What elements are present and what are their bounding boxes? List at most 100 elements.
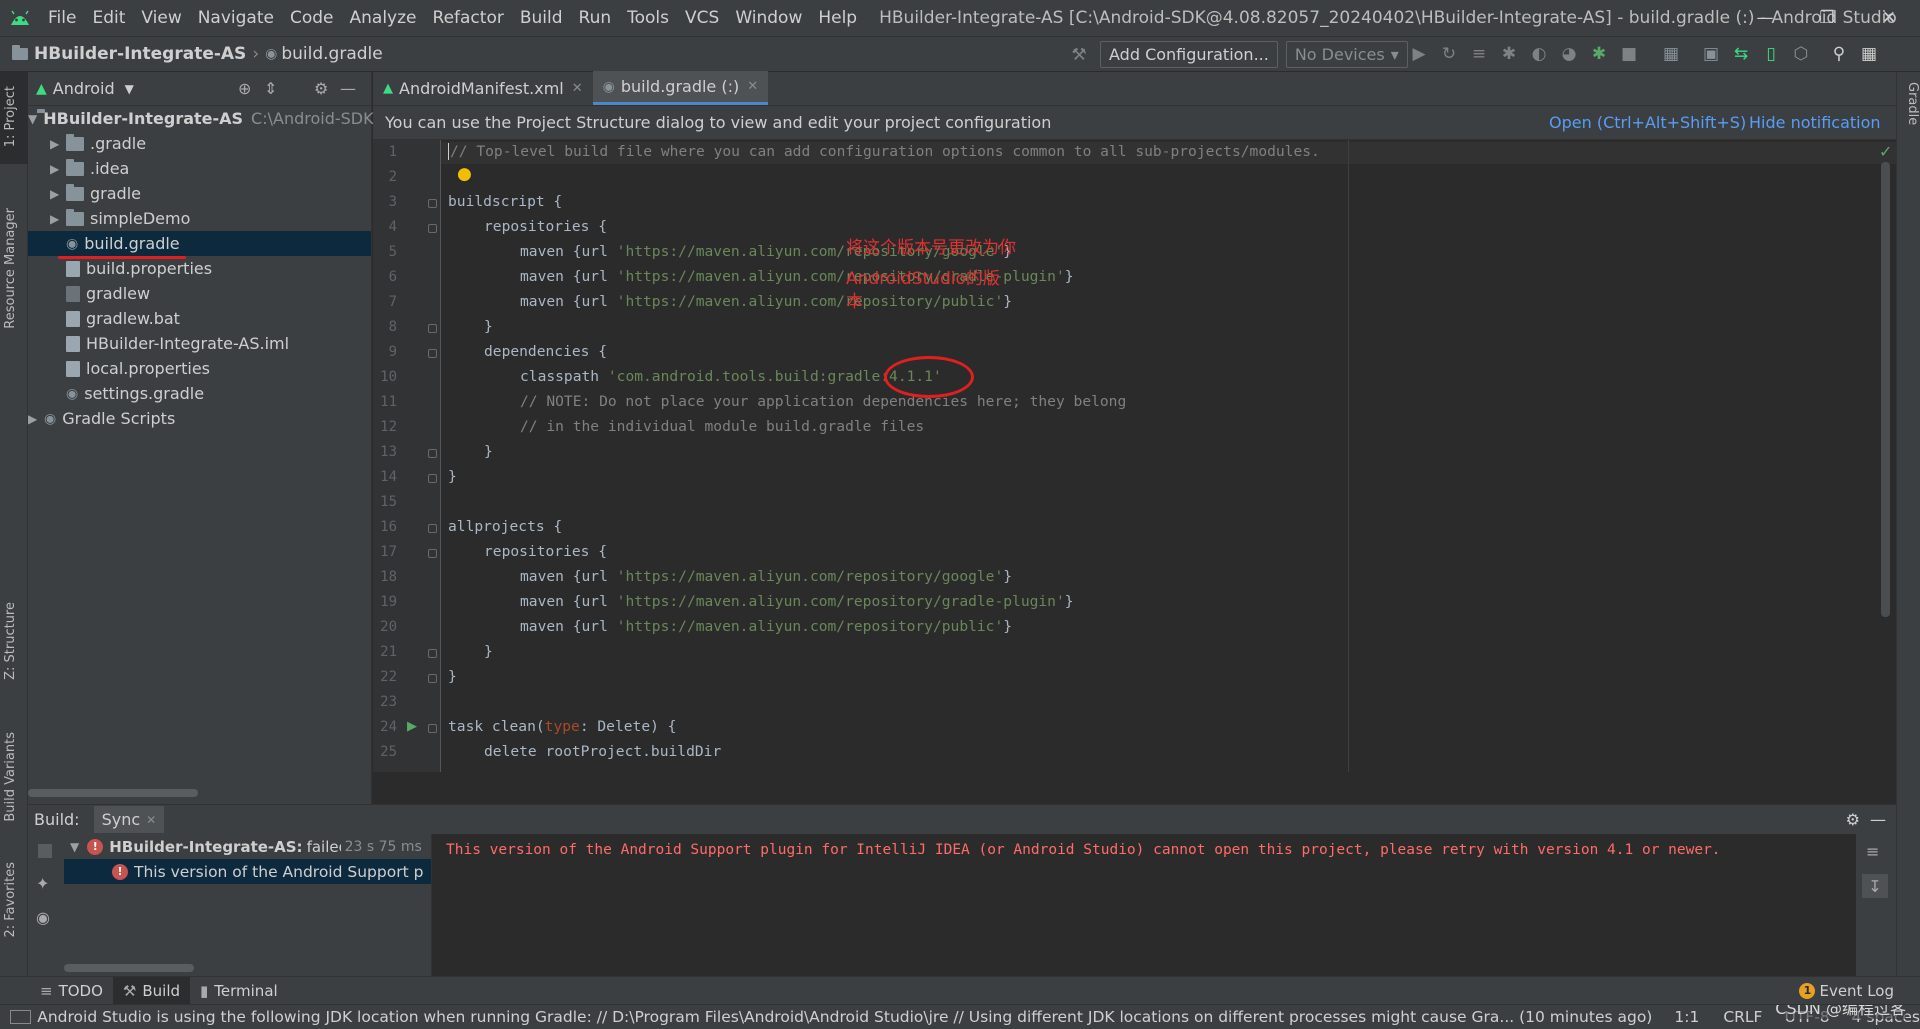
menu-tools[interactable]: Tools — [619, 8, 677, 28]
project-structure-icon[interactable]: ▦ — [1658, 41, 1684, 67]
fold-marker-icon[interactable] — [428, 724, 437, 733]
hide-notification-link[interactable]: Hide notification — [1749, 113, 1881, 132]
coverage-icon[interactable]: ◐ — [1526, 41, 1552, 67]
tree-item-gradle-scripts[interactable]: ▶ ◉ Gradle Scripts — [28, 406, 175, 431]
eye-icon[interactable]: ◉ — [36, 908, 50, 927]
expand-arrow-icon[interactable]: ▶ — [50, 162, 66, 176]
expand-arrow-icon[interactable]: ▼ — [28, 112, 37, 126]
expand-arrow-icon[interactable]: ▶ — [50, 212, 66, 226]
fold-marker-icon[interactable] — [428, 349, 437, 358]
profile-icon[interactable]: ◕ — [1556, 41, 1582, 67]
tab-android-manifest[interactable]: ▲ AndroidManifest.xml ✕ — [373, 71, 593, 105]
device-manager-icon[interactable]: ▯ — [1758, 41, 1784, 67]
tab-build-gradle[interactable]: ◉ build.gradle (:) ✕ — [592, 71, 769, 105]
tree-item-idea[interactable]: ▶ .idea — [50, 156, 129, 181]
fold-marker-icon[interactable] — [428, 649, 437, 658]
tree-item-gradle-dir[interactable]: ▶ .gradle — [50, 131, 146, 156]
tree-item-simpledemo[interactable]: ▶ simpleDemo — [50, 206, 190, 231]
tree-item-gradle[interactable]: ▶ gradle — [50, 181, 141, 206]
fold-marker-icon[interactable] — [428, 224, 437, 233]
inspection-ok-icon[interactable]: ✓ — [1879, 142, 1892, 161]
menu-run[interactable]: Run — [571, 8, 620, 28]
menu-edit[interactable]: Edit — [84, 8, 133, 28]
menu-code[interactable]: Code — [282, 8, 342, 28]
hide-panel-icon[interactable]: — — [340, 79, 356, 98]
tool-window-project[interactable]: 1: Project — [3, 86, 25, 147]
minimize-icon[interactable]: — — [1734, 0, 1796, 36]
gear-icon[interactable]: ⚙ — [1846, 810, 1860, 829]
tree-item-gradlew[interactable]: gradlew — [66, 281, 150, 306]
vertical-scrollbar[interactable] — [1881, 162, 1890, 617]
horizontal-scrollbar[interactable] — [28, 789, 198, 797]
menu-file[interactable]: File — [40, 8, 84, 28]
chevron-down-icon[interactable]: ▼ — [125, 82, 134, 96]
gear-icon[interactable]: ⚙ — [314, 79, 328, 98]
tool-window-resource-manager[interactable]: Resource Manager — [3, 208, 25, 329]
menu-build[interactable]: Build — [512, 8, 571, 28]
pin-icon[interactable]: ✦ — [36, 874, 49, 893]
horizontal-scrollbar[interactable] — [64, 964, 194, 972]
tree-item-build-properties[interactable]: build.properties — [66, 256, 212, 281]
status-message[interactable]: Android Studio is using the following JD… — [37, 1008, 1652, 1026]
search-everywhere-icon[interactable]: ⚲ — [1826, 41, 1852, 67]
fold-marker-icon[interactable] — [428, 449, 437, 458]
fold-marker-icon[interactable] — [428, 549, 437, 558]
fold-marker-icon[interactable] — [428, 474, 437, 483]
tree-item-settings-gradle[interactable]: ◉ settings.gradle — [66, 381, 204, 406]
tool-window-todo[interactable]: ≡ TODO — [30, 977, 113, 1005]
run-icon[interactable]: ▶ — [1406, 41, 1432, 67]
run-gutter-icon[interactable]: ▶ — [407, 719, 417, 734]
build-tree-root[interactable]: ▼ ! HBuilder-Integrate-AS: failed 23 s 7… — [64, 834, 431, 859]
menu-vcs[interactable]: VCS — [677, 8, 727, 28]
build-tree-error-item[interactable]: ! This version of the Android Support p — [64, 859, 431, 884]
settings-icon[interactable]: ▦ — [1856, 41, 1882, 67]
tool-window-build-variants[interactable]: Build Variants — [3, 732, 25, 822]
expand-arrow-icon[interactable]: ▶ — [50, 187, 66, 201]
hammer-icon[interactable]: ⚒ — [1066, 42, 1092, 68]
menu-help[interactable]: Help — [810, 8, 865, 28]
tree-item-local-properties[interactable]: local.properties — [66, 356, 210, 381]
fold-marker-icon[interactable] — [428, 199, 437, 208]
menu-view[interactable]: View — [133, 8, 189, 28]
sync-gradle-icon[interactable]: ⇆ — [1728, 41, 1754, 67]
tree-item-gradlew-bat[interactable]: gradlew.bat — [66, 306, 180, 331]
expand-arrow-icon[interactable]: ▼ — [70, 840, 79, 854]
tree-item-iml[interactable]: HBuilder-Integrate-AS.iml — [66, 331, 289, 356]
fold-marker-icon[interactable] — [428, 524, 437, 533]
stop-build-icon[interactable] — [38, 844, 52, 858]
avd-manager-icon[interactable]: ▣ — [1698, 41, 1724, 67]
menu-refactor[interactable]: Refactor — [425, 8, 512, 28]
tool-window-terminal[interactable]: ▮ Terminal — [190, 977, 288, 1005]
menu-window[interactable]: Window — [727, 8, 810, 28]
stop-icon[interactable]: ■ — [1616, 41, 1642, 67]
scroll-to-end-icon[interactable]: ↧ — [1862, 874, 1888, 898]
apply-changes-icon[interactable]: ↻ — [1436, 41, 1462, 67]
intention-bulb-icon[interactable]: ● — [457, 164, 472, 184]
close-icon[interactable]: ✕ — [1858, 0, 1920, 36]
close-tab-icon[interactable]: ✕ — [572, 81, 583, 96]
breadcrumb-file[interactable]: build.gradle — [281, 44, 382, 64]
breadcrumb-project[interactable]: HBuilder-Integrate-AS — [34, 44, 246, 64]
soft-wrap-icon[interactable]: ≡ — [1866, 842, 1879, 861]
apply-code-changes-icon[interactable]: ≡ — [1466, 41, 1492, 67]
fold-marker-icon[interactable] — [428, 674, 437, 683]
tool-window-favorites[interactable]: 2: Favorites — [3, 862, 25, 938]
build-output[interactable]: This version of the Android Support plug… — [432, 834, 1884, 976]
hide-panel-icon[interactable]: — — [1870, 810, 1886, 829]
tool-window-structure[interactable]: Z: Structure — [3, 602, 25, 680]
project-view-selector[interactable]: Android — [53, 79, 115, 98]
add-configuration-button[interactable]: Add Configuration... — [1100, 41, 1278, 68]
tool-window-build[interactable]: ⚒ Build — [112, 976, 191, 1005]
attach-debugger-icon[interactable]: ✱ — [1586, 41, 1612, 67]
close-tab-icon[interactable]: ✕ — [146, 813, 156, 827]
tool-window-event-log[interactable]: 1 Event Log — [1789, 977, 1904, 1005]
fold-marker-icon[interactable] — [428, 324, 437, 333]
locate-icon[interactable]: ⊕ — [238, 79, 251, 98]
restore-icon[interactable]: ❐ — [1796, 0, 1858, 36]
caret-position[interactable]: 1:1 — [1674, 1008, 1699, 1026]
line-separator[interactable]: CRLF — [1723, 1008, 1762, 1026]
close-tab-icon[interactable]: ✕ — [747, 79, 758, 94]
tool-window-gradle[interactable]: Gradle — [1898, 82, 1920, 125]
code-editor[interactable]: 1 2 3 4 5 6 7 8 9 10 11 12 13 14 15 16 1… — [373, 140, 1896, 772]
sdk-manager-icon[interactable]: ⬡ — [1788, 41, 1814, 67]
